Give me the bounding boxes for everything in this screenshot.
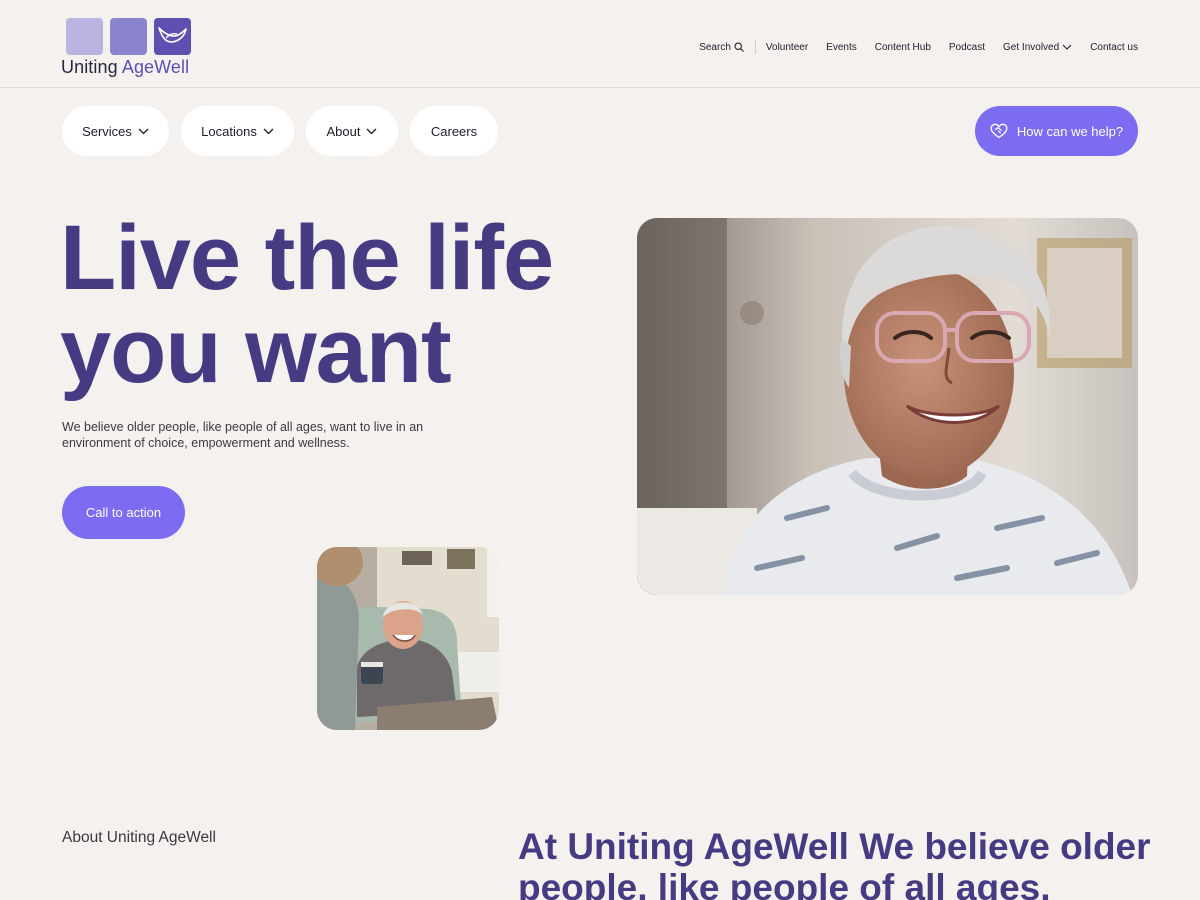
nav-pill-locations-label: Locations [201,123,257,139]
main-nav: Services Locations About Careers [62,106,510,156]
chevron-down-icon [367,128,377,134]
utility-link-podcast[interactable]: Podcast [949,42,985,53]
nav-pill-careers[interactable]: Careers [410,106,498,156]
utility-link-volunteer[interactable]: Volunteer [766,42,808,53]
call-to-action-button[interactable]: Call to action [62,486,185,539]
utility-link-get-involved-label: Get Involved [1003,41,1060,53]
utility-link-contact-us-label: Contact us [1090,41,1138,53]
heart-handshake-icon [990,123,1008,139]
site-header: Uniting AgeWell Search Volunteer Events … [0,0,1200,88]
nav-pill-careers-label: Careers [430,123,478,139]
hero-photo-woman [637,218,1138,595]
search-icon [734,42,744,52]
nav-pill-about[interactable]: About [306,106,398,156]
call-to-action-label: Call to action [85,505,162,520]
logo-tile-dark [154,18,191,55]
about-section-label: About Uniting AgeWell [62,829,216,846]
utility-link-get-involved[interactable]: Get Involved [1003,42,1072,53]
utility-link-volunteer-label: Volunteer [765,41,809,53]
hero-body-text: We believe older people, like people of … [62,420,424,450]
logo-wordmark: Uniting AgeWell [61,57,189,78]
utility-divider [754,40,756,54]
logo-tile-mid [110,18,147,55]
hero-title-line-2: you want [60,300,452,402]
logo-tile-light [66,18,103,55]
how-can-we-help-button[interactable]: How can we help? [975,106,1138,156]
nav-pill-locations[interactable]: Locations [181,106,294,156]
utility-link-events[interactable]: Events [826,42,857,53]
utility-search-label: Search [699,41,731,53]
nav-pill-about-label: About [326,123,361,139]
utility-link-content-hub-label: Content Hub [874,41,931,53]
utility-nav: Search Volunteer Events Content Hub Podc… [699,40,1138,54]
chevron-down-icon [138,128,149,134]
site-logo[interactable]: Uniting AgeWell [61,18,201,78]
bird-icon [158,27,187,43]
utility-link-events-label: Events [826,41,857,53]
chevron-down-icon [1062,44,1072,50]
utility-link-content-hub[interactable]: Content Hub [875,42,931,53]
about-headline: At Uniting AgeWell We believe older peop… [518,826,1151,900]
utility-link-contact-us[interactable]: Contact us [1090,42,1138,53]
logo-word-uniting: Uniting [61,57,118,77]
utility-search[interactable]: Search [699,42,744,53]
hero-title-line-1: Live the life [60,207,554,309]
nav-pill-services-label: Services [82,123,132,139]
hero-title: Live the life you want [60,212,620,398]
logo-word-agewell: AgeWell [121,57,190,77]
chevron-down-icon [263,128,274,134]
how-can-we-help-label: How can we help? [1016,123,1124,139]
nav-pill-services[interactable]: Services [62,106,169,156]
hero-photo-man-in-chair [317,547,499,730]
utility-link-podcast-label: Podcast [948,41,986,53]
